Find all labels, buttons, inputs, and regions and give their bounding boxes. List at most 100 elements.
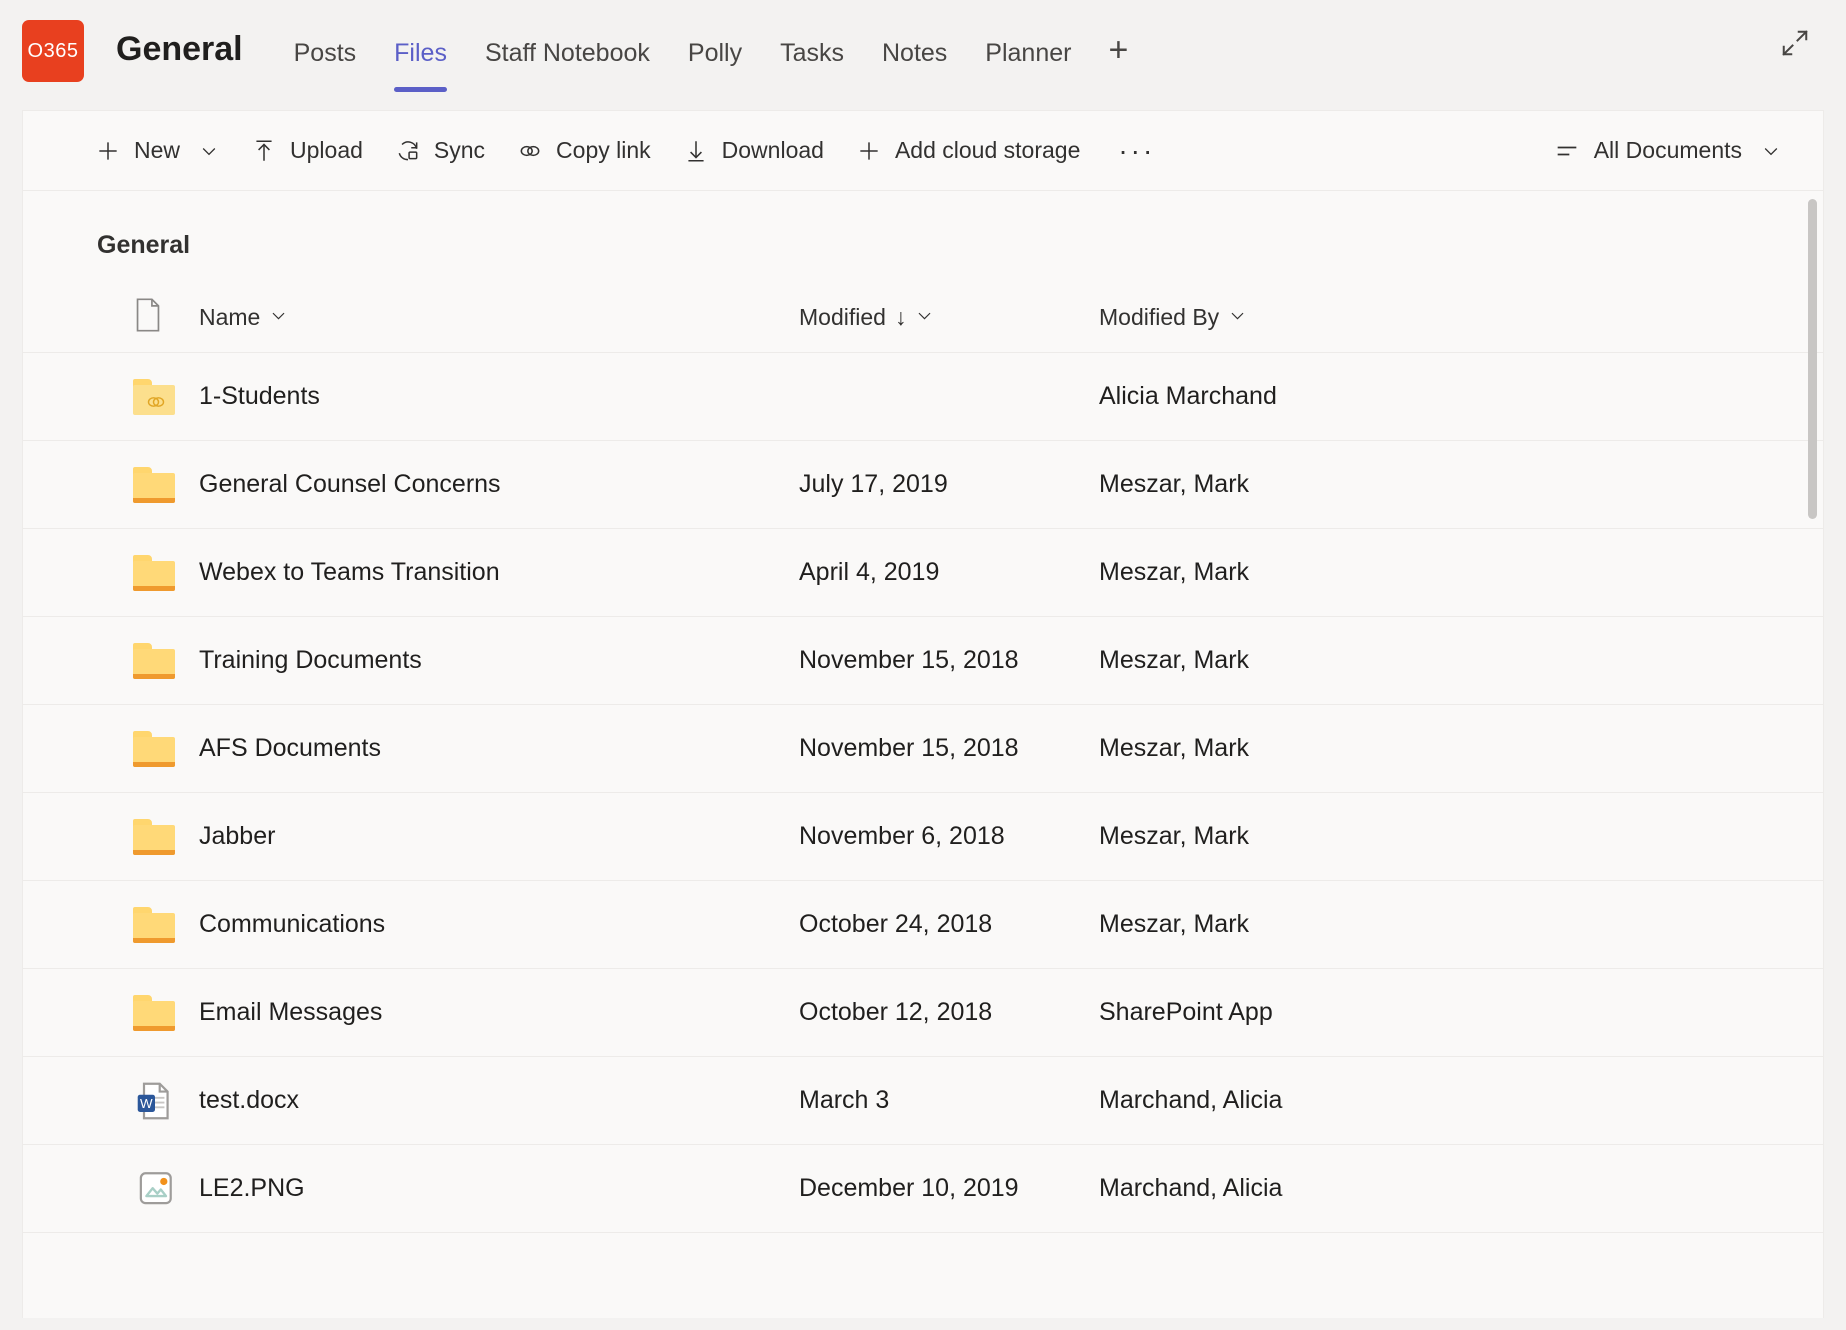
row-name-cell[interactable]: Jabber: [199, 822, 799, 851]
word-document-icon: W: [133, 1079, 177, 1123]
tab-files[interactable]: Files: [375, 35, 466, 106]
page-title: General: [116, 30, 243, 68]
upload-icon: [251, 138, 277, 164]
sync-button-label: Sync: [433, 137, 486, 163]
breadcrumb[interactable]: General: [97, 231, 190, 259]
table-row[interactable]: Communications October 24, 2018 Meszar, Ma…: [23, 881, 1823, 969]
sync-icon: [395, 138, 421, 164]
row-modified-by-cell: Meszar, Mark: [1099, 910, 1250, 938]
upload-button-label: Upload: [290, 137, 363, 163]
folder-icon: [133, 642, 177, 679]
tab-planner[interactable]: Planner: [966, 35, 1090, 106]
table-row[interactable]: Training Documents November 15, 2018 Mesza…: [23, 617, 1823, 705]
row-name-cell[interactable]: Training Documents: [199, 646, 799, 675]
folder-icon: [133, 906, 177, 943]
row-icon-cell: [133, 378, 199, 415]
row-modified-cell: October 12, 2018: [799, 998, 993, 1026]
row-name-cell[interactable]: Communications: [199, 910, 799, 939]
tab-staff-notebook[interactable]: Staff Notebook: [466, 35, 669, 106]
row-name-cell[interactable]: LE2.PNG: [199, 1174, 799, 1203]
folder-icon: [133, 730, 177, 767]
chevron-down-icon: [269, 304, 288, 331]
table-row[interactable]: Webex to Teams Transition April 4, 2019 Me…: [23, 529, 1823, 617]
column-header-modified-by-label: Modified By: [1099, 304, 1220, 330]
scrollbar-thumb[interactable]: [1808, 199, 1817, 519]
image-file-icon: [133, 1167, 177, 1211]
new-button[interactable]: New: [79, 127, 235, 174]
row-name-cell[interactable]: 1-Students: [199, 382, 799, 411]
table-row[interactable]: Wtest.docx March 3 Marchand, Alicia: [23, 1057, 1823, 1145]
expand-button[interactable]: [1772, 22, 1818, 68]
app-header: O365 General Posts Files Staff Notebook Pol…: [0, 0, 1846, 110]
folder-icon: [133, 818, 177, 855]
column-header-icon: [133, 298, 199, 337]
tab-polly[interactable]: Polly: [669, 35, 761, 106]
row-icon-cell: [133, 554, 199, 591]
upload-button[interactable]: Upload: [235, 127, 379, 174]
view-selector-button[interactable]: All Documents: [1537, 127, 1797, 175]
folder-icon: [133, 994, 177, 1031]
table-row[interactable]: 1-Students Alicia Marchand: [23, 353, 1823, 441]
add-tab-button[interactable]: +: [1090, 33, 1146, 67]
link-icon: [517, 138, 543, 164]
row-modified-cell: December 10, 2019: [799, 1174, 1019, 1202]
add-cloud-storage-button[interactable]: Add cloud storage: [840, 127, 1096, 174]
add-cloud-storage-label: Add cloud storage: [894, 137, 1081, 163]
table-header-row: Name Modified ↓ Modified By: [23, 283, 1823, 353]
row-modified-cell: October 24, 2018: [799, 910, 993, 938]
sync-button[interactable]: Sync: [379, 127, 501, 174]
row-icon-cell: [133, 906, 199, 943]
column-header-modified-by[interactable]: Modified By: [1099, 304, 1459, 331]
overflow-menu-button[interactable]: ···: [1096, 129, 1177, 173]
row-modified-cell: November 6, 2018: [799, 822, 1005, 850]
row-icon-cell: [133, 642, 199, 679]
column-header-modified[interactable]: Modified ↓: [799, 304, 1099, 331]
copy-link-button-label: Copy link: [556, 137, 651, 163]
folder-icon: [133, 554, 177, 591]
row-icon-cell: [133, 1167, 199, 1211]
tab-notes[interactable]: Notes: [863, 35, 966, 106]
table-row[interactable]: Email Messages October 12, 2018 SharePoint…: [23, 969, 1823, 1057]
command-bar: New Upload Sync Copy link Download Add c…: [23, 111, 1823, 191]
table-row[interactable]: General Counsel Concerns July 17, 2019 Mes…: [23, 441, 1823, 529]
table-row[interactable]: Jabber November 6, 2018 Meszar, Mark: [23, 793, 1823, 881]
chevron-down-icon: [1761, 141, 1781, 161]
column-header-name-label: Name: [199, 304, 261, 330]
table-row[interactable]: AFS Documents November 15, 2018 Meszar, Ma…: [23, 705, 1823, 793]
row-name-cell[interactable]: Webex to Teams Transition: [199, 558, 799, 587]
row-name-cell[interactable]: test.docx: [199, 1086, 799, 1115]
row-modified-by-cell: Marchand, Alicia: [1099, 1086, 1283, 1114]
files-panel: New Upload Sync Copy link Download Add c…: [22, 110, 1824, 1318]
row-modified-by-cell: Meszar, Mark: [1099, 646, 1250, 674]
row-modified-cell: November 15, 2018: [799, 734, 1019, 762]
row-modified-cell: November 15, 2018: [799, 646, 1019, 674]
table-row[interactable]: LE2.PNG December 10, 2019 Marchand, Alicia: [23, 1145, 1823, 1233]
row-name-cell[interactable]: General Counsel Concerns: [199, 470, 799, 499]
row-name-cell[interactable]: Email Messages: [199, 998, 799, 1027]
chevron-down-icon: [915, 304, 934, 331]
tab-posts[interactable]: Posts: [275, 35, 376, 106]
scrollbar-track[interactable]: [1806, 193, 1820, 1318]
download-button-label: Download: [721, 137, 824, 163]
download-button[interactable]: Download: [667, 127, 840, 174]
copy-link-button[interactable]: Copy link: [501, 127, 667, 174]
plus-icon: [95, 138, 121, 164]
shared-folder-icon: [133, 378, 177, 415]
folder-icon: [133, 466, 177, 503]
sort-descending-icon: ↓: [894, 304, 907, 330]
row-icon-cell: [133, 818, 199, 855]
breadcrumb-row: General: [23, 191, 1823, 283]
tab-tasks[interactable]: Tasks: [761, 35, 863, 106]
row-modified-by-cell: SharePoint App: [1099, 998, 1273, 1026]
column-header-name[interactable]: Name: [199, 304, 799, 331]
row-name-cell[interactable]: AFS Documents: [199, 734, 799, 763]
download-icon: [683, 138, 709, 164]
row-icon-cell: W: [133, 1079, 199, 1123]
column-header-modified-label: Modified: [799, 304, 886, 330]
chevron-down-icon: [1228, 304, 1247, 331]
row-modified-cell: July 17, 2019: [799, 470, 948, 498]
file-list: 1-Students Alicia Marchand General Counsel…: [23, 353, 1823, 1233]
plus-icon: [856, 138, 882, 164]
row-modified-by-cell: Meszar, Mark: [1099, 734, 1250, 762]
view-selector-label: All Documents: [1593, 137, 1742, 163]
